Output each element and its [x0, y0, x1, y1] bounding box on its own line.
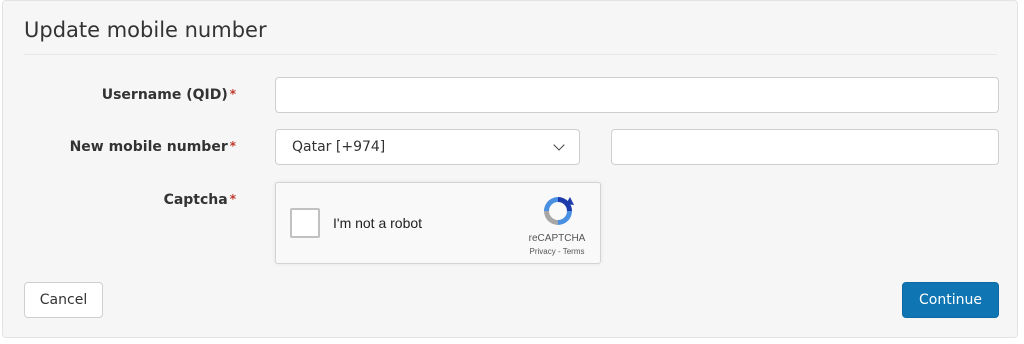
required-marker: * [229, 139, 236, 153]
recaptcha-checkbox-label: I'm not a robot [333, 215, 423, 231]
title-divider [24, 54, 997, 55]
required-marker: * [229, 192, 236, 206]
recaptcha-logo-icon [544, 197, 574, 225]
username-label: Username (QID) * [102, 87, 236, 103]
page-title: Update mobile number [24, 18, 267, 42]
username-input[interactable] [275, 77, 999, 113]
required-marker: * [229, 87, 236, 101]
captcha-label: Captcha * [164, 192, 236, 208]
recaptcha-brand: reCAPTCHA [528, 233, 586, 244]
continue-button[interactable]: Continue [902, 282, 999, 318]
username-label-text: Username (QID) [101, 87, 228, 103]
country-code-select[interactable]: Qatar [+974] [275, 129, 580, 165]
chevron-down-icon [553, 139, 565, 151]
mobile-label: New mobile number * [70, 139, 236, 155]
country-code-value: Qatar [+974] [292, 139, 386, 155]
recaptcha-checkbox[interactable] [290, 208, 320, 238]
update-mobile-panel: Update mobile number Username (QID) * New… [2, 0, 1018, 338]
recaptcha-widget: I'm not a robot reCAPTCHA Privacy - Term… [275, 182, 601, 264]
captcha-label-text: Captcha [163, 192, 228, 208]
mobile-number-input[interactable] [611, 129, 999, 165]
cancel-button[interactable]: Cancel [24, 282, 103, 318]
recaptcha-links[interactable]: Privacy - Terms [512, 247, 602, 256]
mobile-label-text: New mobile number [69, 139, 228, 155]
